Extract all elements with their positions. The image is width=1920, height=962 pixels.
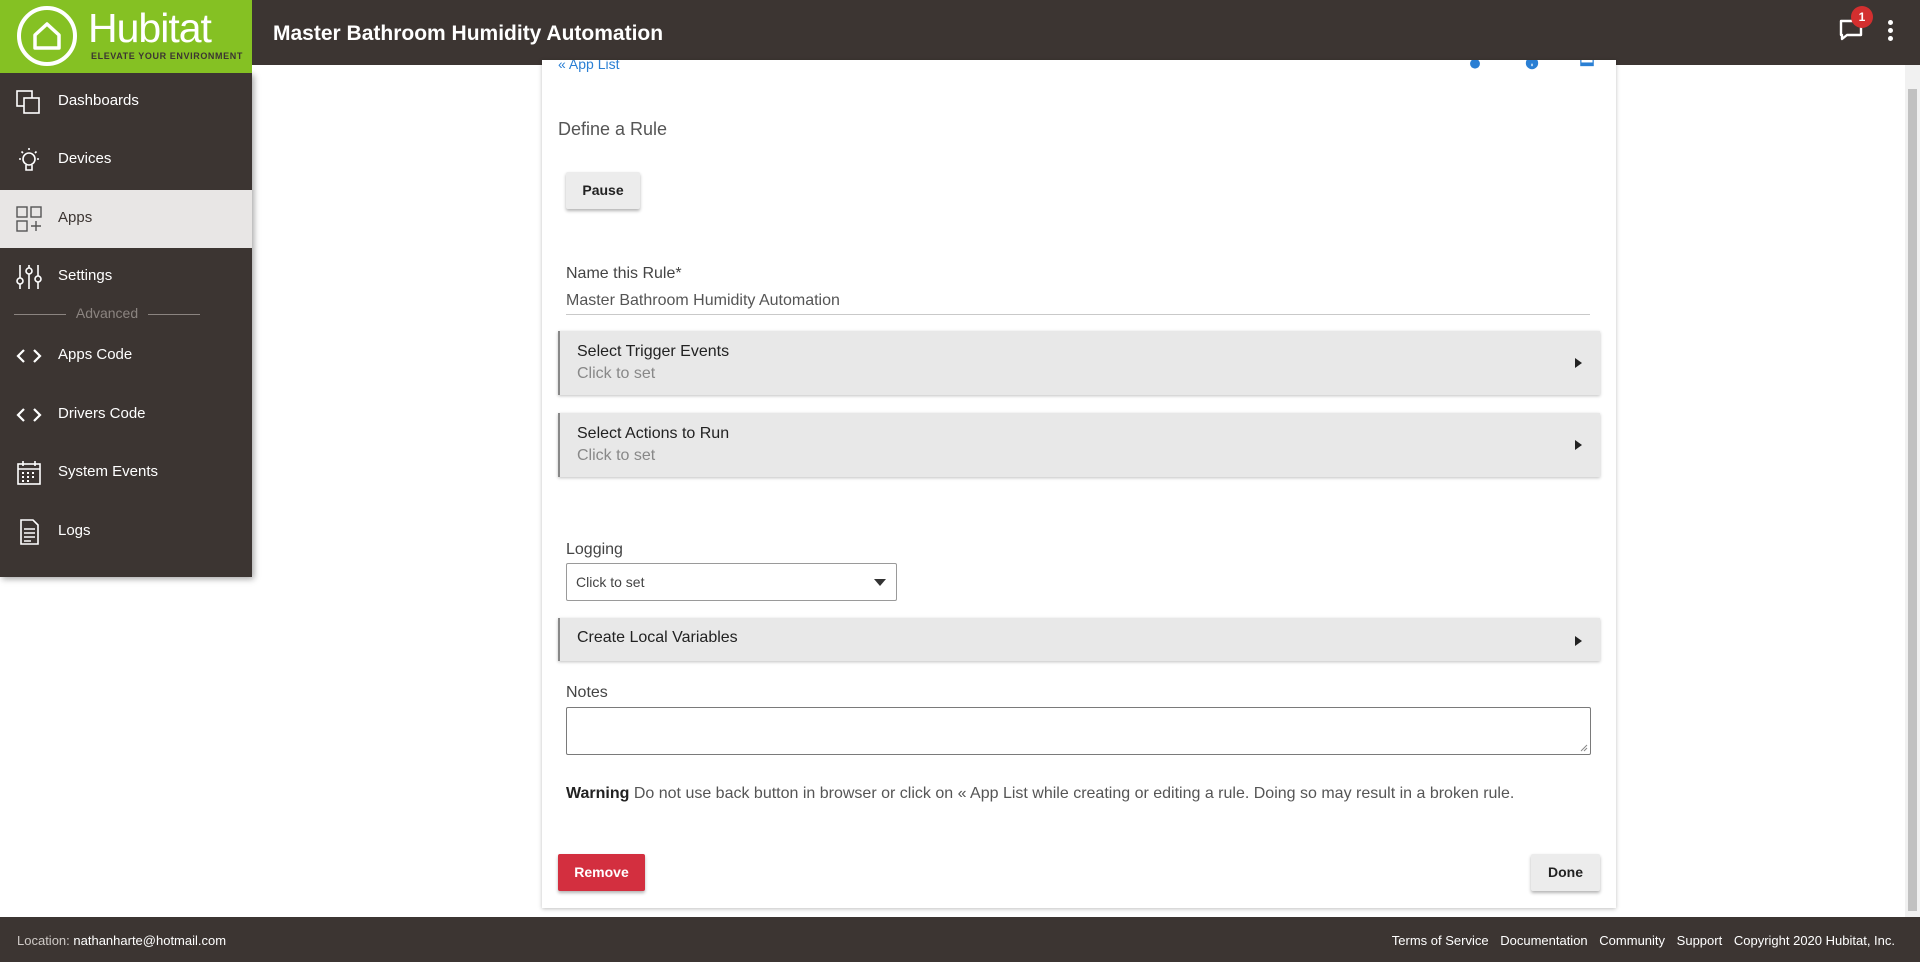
- apps-grid-icon: [16, 206, 42, 232]
- sidebar-item-devices[interactable]: Devices: [0, 131, 252, 189]
- gear-icon[interactable]: [1462, 60, 1488, 76]
- logging-select-value: Click to set: [576, 574, 645, 590]
- section-subtitle: Click to set: [577, 365, 656, 382]
- create-local-variables-section[interactable]: Create Local Variables: [558, 618, 1600, 661]
- sidebar-item-apps[interactable]: Apps: [0, 190, 252, 248]
- location-label: Location:: [17, 933, 70, 948]
- document-icon: [20, 519, 39, 545]
- sidebar-item-label: System Events: [58, 463, 159, 480]
- section-title: Create Local Variables: [577, 629, 738, 646]
- sliders-icon: [16, 265, 42, 289]
- app-list-link[interactable]: « App List: [558, 60, 620, 72]
- sidebar: Dashboards Devices Apps Settings Advance…: [0, 73, 252, 577]
- location-info: Location: nathanharte@hotmail.com: [17, 933, 226, 948]
- sidebar-item-label: Apps: [58, 209, 93, 226]
- sidebar-item-label: Dashboards: [58, 92, 139, 109]
- sidebar-item-label: Settings: [58, 267, 113, 284]
- expand-arrow-icon: [1575, 636, 1582, 646]
- expand-arrow-icon: [1575, 440, 1582, 450]
- sidebar-item-dashboards[interactable]: Dashboards: [0, 73, 252, 131]
- expand-arrow-icon: [1575, 358, 1582, 368]
- section-subtitle: Click to set: [577, 447, 656, 464]
- calendar-icon: [17, 461, 41, 485]
- rule-name-input[interactable]: Master Bathroom Humidity Automation: [566, 292, 1590, 315]
- sidebar-item-system-events[interactable]: System Events: [0, 444, 252, 502]
- copyright-text: Copyright 2020 Hubitat, Inc.: [1733, 933, 1895, 948]
- footer-links: Terms of Service Documentation Community…: [1384, 933, 1895, 948]
- documentation-link[interactable]: Documentation: [1500, 933, 1587, 948]
- select-actions-section[interactable]: Select Actions to Run Click to set: [558, 413, 1600, 477]
- scrollbar-thumb[interactable]: [1908, 89, 1917, 911]
- terms-link[interactable]: Terms of Service: [1392, 933, 1489, 948]
- page-scrollbar[interactable]: [1905, 65, 1920, 917]
- resize-grip-icon[interactable]: [1579, 743, 1588, 752]
- pause-button[interactable]: Pause: [566, 172, 640, 209]
- sidebar-item-settings[interactable]: Settings: [0, 248, 252, 306]
- logging-label: Logging: [566, 541, 623, 558]
- more-menu-icon[interactable]: [1884, 20, 1896, 44]
- warning-text: Do not use back button in browser or cli…: [629, 785, 1515, 802]
- location-value: nathanharte@hotmail.com: [73, 933, 227, 948]
- rule-editor-card: « App List Define a Rule Pause Name this…: [542, 60, 1616, 908]
- top-bar: Master Bathroom Humidity Automation 1: [0, 0, 1920, 65]
- warning-label: Warning: [566, 785, 630, 802]
- rule-name-label: Name this Rule*: [566, 265, 682, 282]
- notes-label: Notes: [566, 684, 608, 701]
- sidebar-item-logs[interactable]: Logs: [0, 503, 252, 561]
- done-button[interactable]: Done: [1531, 854, 1600, 891]
- chevron-down-icon: [874, 579, 886, 586]
- code-icon: [16, 408, 42, 422]
- remove-button[interactable]: Remove: [558, 854, 645, 891]
- code-icon: [16, 349, 42, 363]
- logging-select[interactable]: Click to set: [566, 563, 897, 601]
- help-icon[interactable]: [1519, 60, 1545, 76]
- community-link[interactable]: Community: [1599, 933, 1665, 948]
- sidebar-item-label: Logs: [58, 522, 91, 539]
- window-icon[interactable]: [1574, 60, 1600, 76]
- lightbulb-icon: [19, 148, 39, 171]
- sidebar-item-label: Drivers Code: [58, 405, 146, 422]
- logo-wordmark: Hubitat: [88, 5, 212, 51]
- warning-message: Warning Do not use back button in browse…: [566, 785, 1514, 803]
- page-title: Master Bathroom Humidity Automation: [273, 22, 664, 45]
- sidebar-item-apps-code[interactable]: Apps Code: [0, 327, 252, 385]
- page-heading: Define a Rule: [558, 119, 668, 139]
- advanced-divider: Advanced: [14, 305, 200, 323]
- logo-tagline: ELEVATE YOUR ENVIRONMENT: [91, 51, 243, 61]
- hubitat-logo[interactable]: Hubitat ELEVATE YOUR ENVIRONMENT: [0, 0, 252, 73]
- section-title: Select Trigger Events: [577, 343, 730, 360]
- house-logo-icon: [17, 6, 77, 66]
- sidebar-item-drivers-code[interactable]: Drivers Code: [0, 386, 252, 444]
- dashboards-icon: [16, 90, 40, 114]
- notification-badge[interactable]: 1: [1851, 6, 1873, 28]
- select-trigger-events-section[interactable]: Select Trigger Events Click to set: [558, 331, 1600, 395]
- sidebar-item-label: Apps Code: [58, 346, 133, 363]
- section-title: Select Actions to Run: [577, 425, 730, 442]
- sidebar-item-label: Devices: [58, 150, 112, 167]
- support-link[interactable]: Support: [1677, 933, 1723, 948]
- notes-textarea[interactable]: [566, 707, 1591, 755]
- footer: Location: nathanharte@hotmail.com Terms …: [0, 917, 1920, 962]
